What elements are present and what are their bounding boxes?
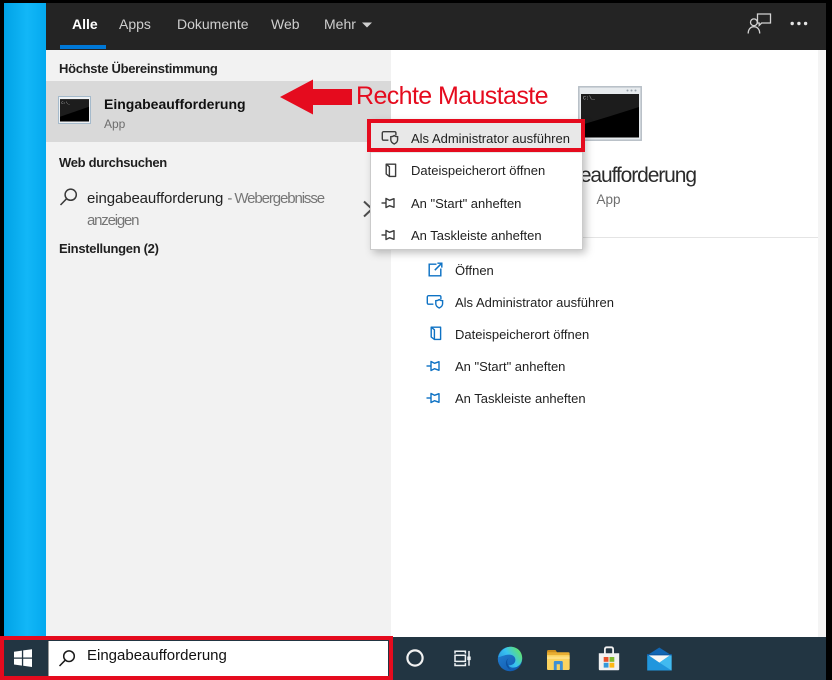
svg-text:C:\_: C:\_ [583,96,596,102]
svg-text:C:\_: C:\_ [61,101,70,106]
